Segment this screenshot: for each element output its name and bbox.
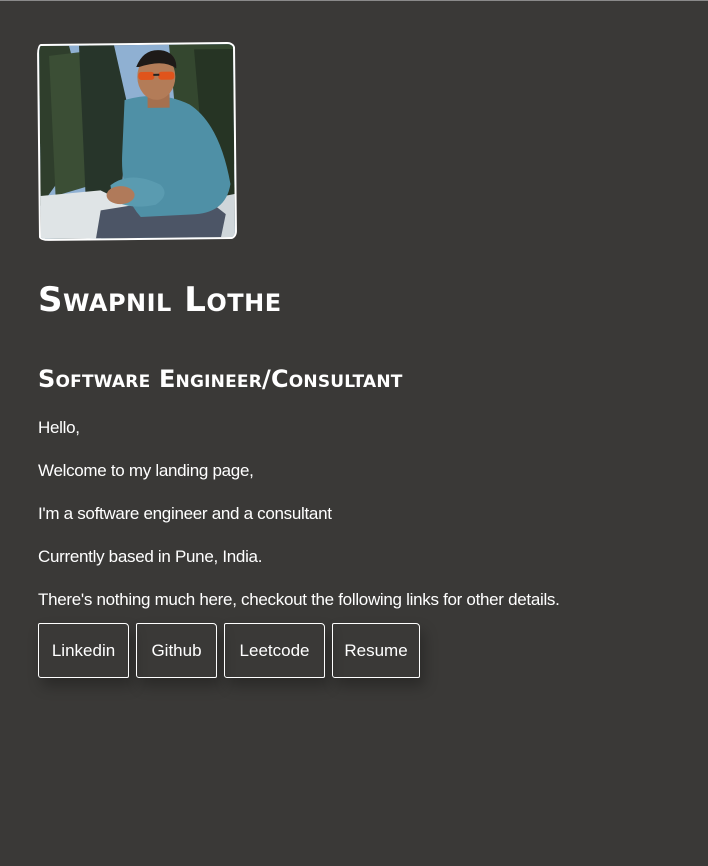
leetcode-button[interactable]: Leetcode <box>224 623 325 678</box>
landing-page: Swapnil Lothe Software Engineer/Consulta… <box>36 41 678 678</box>
subtitle: Software Engineer/Consultant <box>38 365 403 393</box>
intro-line: Hello, <box>38 418 80 437</box>
intro-line: Currently based in Pune, India. <box>38 547 263 566</box>
linkedin-button[interactable]: Linkedin <box>38 623 129 678</box>
intro-line: I'm a software engineer and a consultant <box>38 504 332 523</box>
avatar <box>36 41 238 242</box>
intro-line: Welcome to my landing page, <box>38 461 254 480</box>
resume-button[interactable]: Resume <box>332 623 420 678</box>
links-bar: Linkedin Github Leetcode Resume <box>38 623 678 678</box>
intro-text: Hello, Welcome to my landing page, I'm a… <box>38 417 678 632</box>
github-button[interactable]: Github <box>136 623 217 678</box>
page-title: Swapnil Lothe <box>38 280 282 320</box>
avatar-photo <box>38 43 236 240</box>
